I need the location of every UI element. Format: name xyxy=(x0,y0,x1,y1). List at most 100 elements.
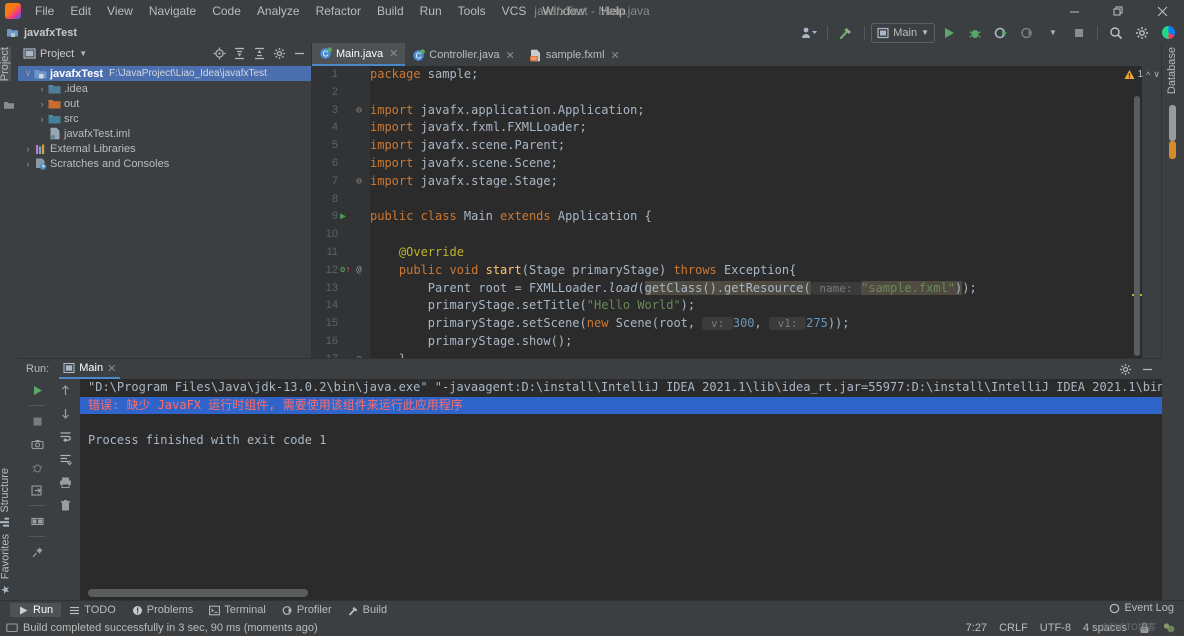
inspection-level-icon[interactable] xyxy=(1162,622,1176,634)
screenshot-icon[interactable] xyxy=(28,435,46,453)
close-icon[interactable]: ✕ xyxy=(389,47,398,60)
tree-node-external-libraries[interactable]: › External Libraries xyxy=(18,141,311,156)
console-output[interactable]: "D:\Program Files\Java\jdk-13.0.2\bin\ja… xyxy=(80,379,1162,600)
status-tab-terminal[interactable]: Terminal xyxy=(201,603,274,617)
down-icon[interactable] xyxy=(56,404,74,422)
restore-window-button[interactable] xyxy=(1096,0,1140,22)
caret-position[interactable]: 7:27 xyxy=(966,622,987,634)
status-tab-problems[interactable]: Problems xyxy=(124,603,201,617)
collapse-all-icon[interactable] xyxy=(251,45,268,62)
editor-tab-sample-fxml[interactable]: <> sample.fxml ✕ xyxy=(522,44,627,66)
export-icon[interactable] xyxy=(28,481,46,499)
close-window-button[interactable] xyxy=(1140,0,1184,22)
inspection-widget[interactable]: 1 ^ ∨ xyxy=(1124,69,1160,80)
profiler-icon[interactable] xyxy=(1015,23,1039,42)
expand-all-icon[interactable] xyxy=(231,45,248,62)
editor-tab-controller-java[interactable]: C Controller.java ✕ xyxy=(405,44,522,66)
status-tab-todo[interactable]: TODO xyxy=(61,603,124,617)
structure-placeholder-icon[interactable] xyxy=(3,99,15,111)
tree-expand-arrow[interactable]: › xyxy=(22,144,34,154)
tree-expand-arrow[interactable]: ∨ xyxy=(22,68,34,79)
event-log-button[interactable]: Event Log xyxy=(1109,602,1174,614)
tree-node-javafxtest[interactable]: ∨ javafxTest F:\JavaProject\Liao_Idea\java… xyxy=(18,66,311,81)
code-fold-marker[interactable]: ⊖ xyxy=(356,102,362,120)
clear-all-icon[interactable] xyxy=(56,496,74,514)
tool-window-button-database[interactable]: Database xyxy=(1166,47,1178,94)
editor-vertical-scrollbar[interactable] xyxy=(1134,96,1140,356)
status-tab-build[interactable]: Build xyxy=(340,603,395,617)
rerun-icon[interactable] xyxy=(28,381,46,399)
menu-item-file[interactable]: File xyxy=(27,2,62,20)
tree-node-out[interactable]: › out xyxy=(18,96,311,111)
run-icon[interactable] xyxy=(937,23,961,42)
editor-tab-main-java[interactable]: C Main.java ✕ xyxy=(312,43,406,66)
line-separator[interactable]: CRLF xyxy=(999,622,1028,634)
tree-expand-arrow[interactable]: › xyxy=(36,114,48,124)
menu-item-tools[interactable]: Tools xyxy=(450,2,494,20)
menu-item-run[interactable]: Run xyxy=(412,2,450,20)
build-hammer-icon[interactable] xyxy=(834,23,858,42)
close-icon[interactable]: ✕ xyxy=(611,49,620,62)
chevron-down-icon[interactable]: ▼ xyxy=(1041,23,1065,42)
close-icon[interactable]: ✕ xyxy=(107,362,116,375)
run-gutter-icon[interactable]: ▶ xyxy=(340,208,346,226)
tool-window-button-structure[interactable]: Structure xyxy=(0,468,11,528)
dump-threads-icon[interactable] xyxy=(28,458,46,476)
debug-icon[interactable] xyxy=(963,23,987,42)
status-tab-profiler[interactable]: Profiler xyxy=(274,603,340,617)
stop-icon[interactable] xyxy=(1067,23,1091,42)
tree-node-javafxtest-iml[interactable]: javafxTest.iml xyxy=(18,126,311,141)
menu-item-view[interactable]: View xyxy=(99,2,141,20)
tree-node-scratches-and-consoles[interactable]: › Scratches and Consoles xyxy=(18,156,311,171)
tool-window-button-project[interactable]: Project xyxy=(0,47,11,82)
close-icon[interactable]: ✕ xyxy=(506,49,515,62)
soft-wrap-icon[interactable] xyxy=(56,427,74,445)
run-configuration-selector[interactable]: Main ▼ xyxy=(871,22,935,43)
database-scroll-thumb[interactable] xyxy=(1169,105,1176,141)
tree-node--idea[interactable]: › .idea xyxy=(18,81,311,96)
tree-expand-arrow[interactable]: › xyxy=(22,159,34,169)
status-bar-tabs[interactable]: Run TODO Problems Terminal Profiler Build xyxy=(0,600,1184,619)
override-gutter-icon[interactable]: o↑ @ xyxy=(340,262,362,280)
tree-expand-arrow[interactable]: › xyxy=(36,84,48,94)
hide-panel-icon[interactable] xyxy=(291,45,308,62)
menu-item-vcs[interactable]: VCS xyxy=(494,2,535,20)
menu-item-build[interactable]: Build xyxy=(369,2,412,20)
hide-panel-icon[interactable] xyxy=(1138,360,1156,378)
tree-node-src[interactable]: › src xyxy=(18,111,311,126)
status-tab-run[interactable]: Run xyxy=(10,603,62,617)
tool-window-button-favorites[interactable]: ★ Favorites xyxy=(0,534,12,596)
chevron-up-icon[interactable]: ^ xyxy=(1146,70,1150,80)
print-icon[interactable] xyxy=(56,473,74,491)
up-icon[interactable] xyxy=(56,381,74,399)
pin-icon[interactable] xyxy=(28,543,46,561)
profile-user-icon[interactable] xyxy=(797,23,821,42)
menu-bar[interactable]: File Edit View Navigate Code Analyze Refactor B… xyxy=(27,2,634,20)
menu-item-edit[interactable]: Edit xyxy=(62,2,99,20)
menu-item-navigate[interactable]: Navigate xyxy=(141,2,204,20)
tree-expand-arrow[interactable]: › xyxy=(36,99,48,109)
code-fold-marker[interactable]: ⊖ xyxy=(356,173,362,191)
menu-item-help[interactable]: Help xyxy=(593,2,634,20)
run-tab-main[interactable]: Main ✕ xyxy=(59,359,121,379)
locate-icon[interactable] xyxy=(211,45,228,62)
editor-tabs[interactable]: C Main.java ✕ C Controller.java ✕ <> sample.fxm… xyxy=(312,43,1162,66)
menu-item-code[interactable]: Code xyxy=(204,2,249,20)
layout-icon[interactable] xyxy=(28,512,46,530)
menu-item-refactor[interactable]: Refactor xyxy=(308,2,369,20)
settings-gear-icon[interactable] xyxy=(271,45,288,62)
menu-item-window[interactable]: Window xyxy=(534,2,593,20)
file-encoding[interactable]: UTF-8 xyxy=(1040,622,1071,634)
project-tree[interactable]: ∨ javafxTest F:\JavaProject\Liao_Idea\java… xyxy=(18,64,311,171)
chevron-down-icon[interactable]: ∨ xyxy=(1153,69,1160,80)
search-icon[interactable] xyxy=(1104,23,1128,42)
console-horizontal-scrollbar[interactable] xyxy=(88,589,308,597)
ide-logo-icon[interactable] xyxy=(1156,23,1180,42)
chevron-down-icon[interactable]: ▼ xyxy=(79,49,87,58)
minimize-window-button[interactable] xyxy=(1052,0,1096,22)
menu-item-analyze[interactable]: Analyze xyxy=(249,2,308,20)
scroll-to-end-icon[interactable] xyxy=(56,450,74,468)
settings-gear-icon[interactable] xyxy=(1130,23,1154,42)
run-coverage-icon[interactable] xyxy=(989,23,1013,42)
stop-icon[interactable] xyxy=(28,412,46,430)
